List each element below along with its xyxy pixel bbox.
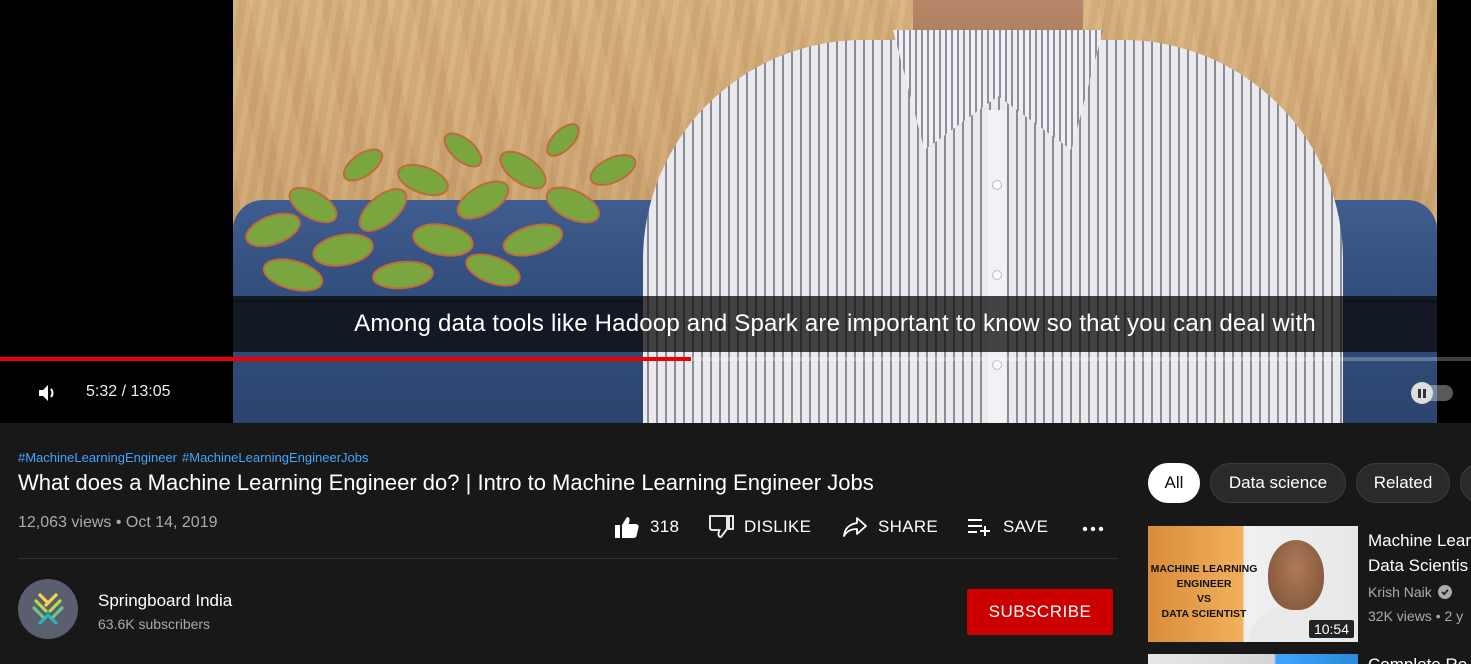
pause-icon [1418,388,1426,398]
hashtag-list: #MachineLearningEngineer #MachineLearnin… [18,450,368,465]
chip-overflow[interactable] [1460,463,1471,503]
chip-all[interactable]: All [1148,463,1200,503]
chip-related[interactable]: Related [1356,463,1450,503]
recommended-channel-name: Krish Naik [1368,584,1432,600]
volume-icon [39,385,54,401]
info-divider [18,558,1118,559]
save-label: SAVE [1003,517,1049,536]
dislike-label: DISLIKE [744,517,812,536]
shirt-button [992,360,1002,370]
thumbnail-person-face [1268,540,1324,610]
recommended-channel[interactable]: Krish Naik [1368,584,1452,600]
share-button[interactable]: SHARE [842,512,938,542]
springboard-logo-icon [32,593,64,625]
thumbnail-text: MACHINE LEARNING ENGINEER VS DATA SCIENT… [1150,563,1258,620]
shirt-placket [988,110,1006,423]
hashtag-link[interactable]: #MachineLearningEngineer [18,450,177,465]
shirt-button [992,180,1002,190]
video-caption: Among data tools like Hadoop and Spark a… [233,296,1437,352]
autoplay-toggle[interactable] [1411,382,1453,404]
dislike-button[interactable]: DISLIKE [708,512,811,542]
playlist-add-icon [968,519,990,536]
video-thumbnail[interactable]: MACHINE LEARNING ENGINEER VS DATA SCIENT… [1148,526,1358,642]
channel-avatar[interactable] [18,579,78,639]
more-actions-button[interactable] [1080,512,1106,542]
share-label: SHARE [878,517,939,536]
share-icon [843,517,867,537]
recommended-video[interactable]: MACHINE LEARNING ENGINEER VS DATA SCIENT… [1148,526,1471,642]
hashtag-link[interactable]: #MachineLearningEngineerJobs [182,450,368,465]
save-to-playlist-button[interactable]: SAVE [967,512,1048,542]
recommended-video[interactable]: Complete Ro [1148,654,1471,664]
progress-played [0,357,692,361]
view-count-date: 12,063 views • Oct 14, 2019 [18,514,218,531]
channel-name[interactable]: Springboard India [98,591,232,611]
shirt-button [992,270,1002,280]
thumbs-up-icon [615,517,639,538]
verified-check-icon [1437,585,1452,599]
subscriber-count: 63.6K subscribers [98,616,211,632]
thumbs-down-icon [709,515,734,538]
autoplay-knob [1411,382,1433,404]
video-title: What does a Machine Learning Engineer do… [18,470,874,495]
chip-data-science[interactable]: Data science [1210,463,1346,503]
recommended-video-title[interactable]: Complete Ro [1368,655,1471,664]
like-count: 318 [650,517,680,536]
plant-foliage [245,123,637,292]
like-button[interactable]: 318 [614,512,679,542]
more-horizontal-icon [1082,526,1104,532]
time-display: 5:32 / 13:05 [86,383,171,400]
video-player[interactable]: Among data tools like Hadoop and Spark a… [0,0,1471,423]
volume-button[interactable] [34,380,60,406]
progress-bar[interactable] [0,357,1471,361]
recommended-video-title[interactable]: Machine Lear Data Scientis [1368,528,1471,578]
video-thumbnail[interactable] [1148,654,1358,664]
subscribe-button[interactable]: SUBSCRIBE [967,589,1113,635]
recommended-video-meta: 32K views • 2 y [1368,608,1464,624]
video-duration-badge: 10:54 [1308,620,1354,638]
